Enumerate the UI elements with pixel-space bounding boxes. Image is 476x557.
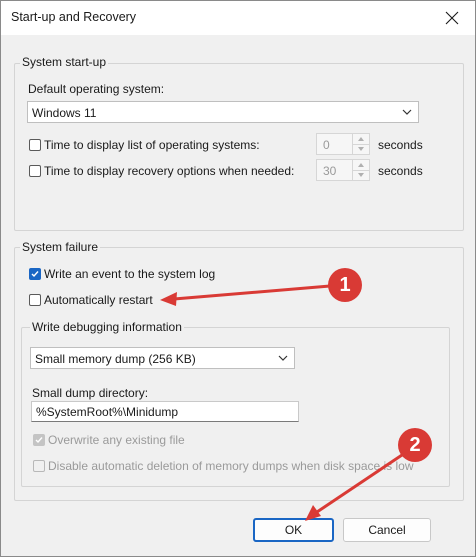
annotation-marker-2: 2 [398, 428, 432, 462]
annotation-marker-1: 1 [328, 268, 362, 302]
arrow-to-ok [305, 453, 403, 521]
annotation-arrows [160, 284, 403, 521]
arrow-to-auto-restart [160, 284, 331, 306]
